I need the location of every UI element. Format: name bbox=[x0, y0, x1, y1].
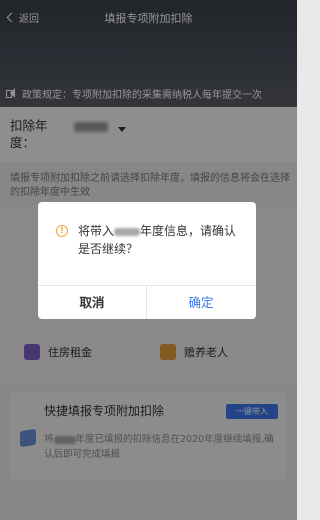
cancel-button[interactable]: 取消 bbox=[38, 286, 146, 319]
redacted-year bbox=[114, 227, 141, 236]
confirm-button[interactable]: 确定 bbox=[147, 286, 255, 319]
dialog-msg-prefix: 将带入 bbox=[78, 224, 115, 238]
dialog-message: 将带入 年度信息，请确认是否继续？ bbox=[78, 222, 243, 258]
warning-icon: ! bbox=[56, 225, 68, 237]
confirm-dialog: ! 将带入 年度信息，请确认是否继续？ 取消 确定 bbox=[38, 202, 256, 319]
